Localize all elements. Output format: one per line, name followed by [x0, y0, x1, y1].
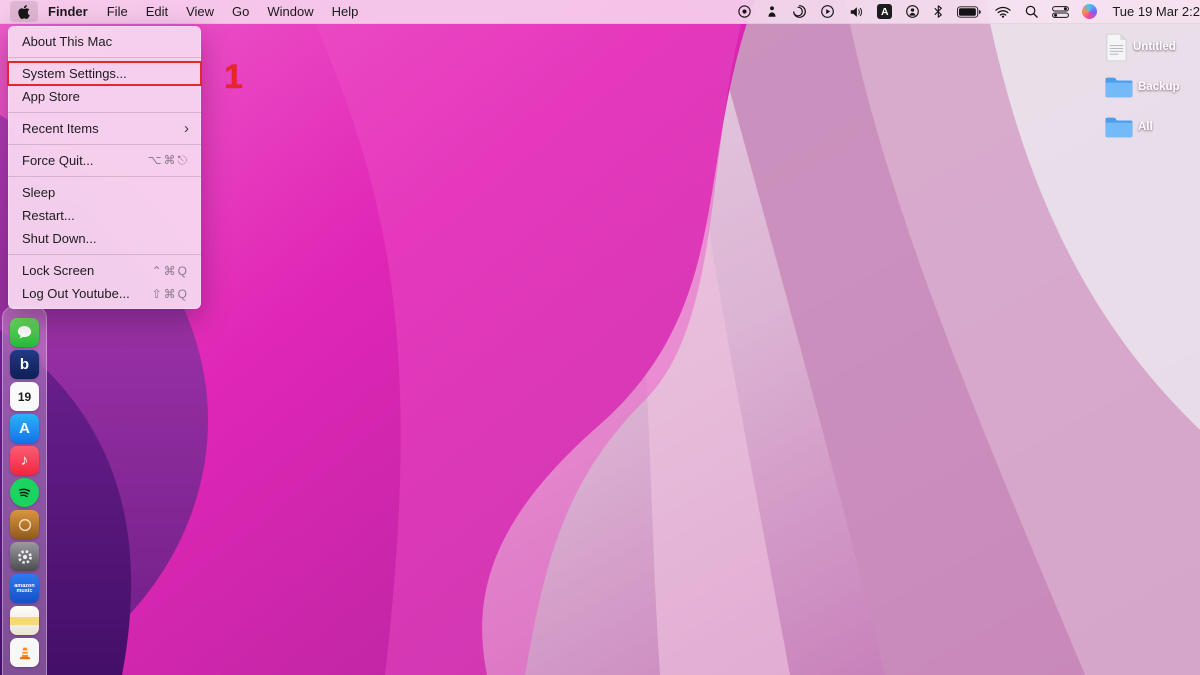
menu-separator [8, 112, 201, 113]
calendar-app-icon[interactable]: 19 [10, 382, 39, 411]
menu-item-label: Force Quit... [22, 153, 94, 168]
apple-menu-button[interactable] [10, 1, 38, 22]
menu-item-label: Shut Down... [22, 231, 96, 246]
amazon-music-icon[interactable]: amazon music [10, 574, 39, 603]
menu-item-about-this-mac[interactable]: About This Mac [8, 30, 201, 53]
amazon-music-label: music [17, 589, 33, 594]
gear-icon [15, 547, 35, 567]
menu-help[interactable]: Help [323, 0, 368, 23]
folder-icon [1105, 116, 1133, 138]
siri-icon[interactable] [1082, 4, 1097, 19]
menu-item-label: About This Mac [22, 34, 112, 49]
user-account-icon[interactable] [905, 4, 920, 20]
menu-separator [8, 57, 201, 58]
calendar-day: 19 [18, 390, 31, 404]
menu-separator [8, 254, 201, 255]
person-status-icon[interactable] [765, 4, 779, 20]
dock: b 19 A ♪ amazon music [2, 306, 47, 675]
menu-item-app-store[interactable]: App Store [8, 85, 201, 108]
menu-edit[interactable]: Edit [137, 0, 177, 23]
apple-logo-icon [17, 5, 31, 19]
menu-item-label: Recent Items [22, 121, 99, 136]
swirl-icon[interactable] [792, 4, 807, 20]
menu-item-label: Sleep [22, 185, 55, 200]
menu-item-lock-screen[interactable]: Lock Screen ⌃⌘Q [8, 259, 201, 282]
desktop: Finder File Edit View Go Window Help A [0, 0, 1200, 675]
menu-item-shut-down[interactable]: Shut Down... [8, 227, 201, 250]
desktop-icon-label: Untitled [1133, 41, 1176, 53]
menu-item-shortcut: ⌥⌘⎋ [148, 153, 189, 168]
browser-app-icon[interactable]: b [10, 350, 39, 379]
submenu-chevron-icon: › [184, 121, 189, 136]
menu-item-sleep[interactable]: Sleep [8, 181, 201, 204]
document-icon [1105, 33, 1128, 62]
spotify-icon[interactable] [10, 478, 39, 507]
menu-item-recent-items[interactable]: Recent Items › [8, 117, 201, 140]
recording-indicator-icon[interactable] [737, 4, 752, 20]
apple-music-icon[interactable]: ♪ [10, 446, 39, 475]
notes-app-icon[interactable] [10, 606, 39, 635]
desktop-icon-label: All [1138, 121, 1153, 133]
menu-bar-clock[interactable]: Tue 19 Mar 2:2 [1112, 4, 1200, 19]
input-source-badge[interactable]: A [877, 4, 892, 19]
menu-item-force-quit[interactable]: Force Quit... ⌥⌘⎋ [8, 149, 201, 172]
spotlight-search-icon[interactable] [1024, 4, 1039, 20]
vlc-icon[interactable] [10, 638, 39, 667]
menu-bar-status: A Tue 19 Mar 2:2 [737, 4, 1200, 20]
app-store-glyph: A [19, 420, 30, 437]
app-store-icon[interactable]: A [10, 414, 39, 443]
menu-finder[interactable]: Finder [38, 0, 98, 23]
menu-file[interactable]: File [98, 0, 137, 23]
wifi-icon[interactable] [995, 4, 1011, 20]
play-status-icon[interactable] [820, 4, 835, 20]
menu-separator [8, 144, 201, 145]
menu-view[interactable]: View [177, 0, 223, 23]
browser-glyph: b [20, 356, 29, 373]
volume-icon[interactable] [848, 4, 864, 20]
menu-item-log-out[interactable]: Log Out Youtube... ⇧⌘Q [8, 282, 201, 305]
step-annotation: 1 [224, 58, 243, 97]
menu-window[interactable]: Window [258, 0, 322, 23]
menu-bar: Finder File Edit View Go Window Help A [0, 0, 1200, 24]
battery-icon[interactable] [957, 4, 982, 20]
menu-item-label: Lock Screen [22, 263, 94, 278]
desktop-icons: Untitled Backup All [1105, 30, 1200, 144]
desktop-icon-all[interactable]: All [1105, 110, 1200, 144]
music-note-glyph: ♪ [21, 452, 29, 469]
folder-icon [1105, 76, 1133, 98]
menu-item-system-settings[interactable]: System Settings... [8, 62, 201, 85]
menu-item-shortcut: ⇧⌘Q [152, 287, 189, 301]
apple-menu: About This Mac System Settings... App St… [8, 26, 201, 309]
desktop-icon-backup[interactable]: Backup [1105, 70, 1200, 104]
menu-item-label: App Store [22, 89, 80, 104]
system-settings-icon[interactable] [10, 542, 39, 571]
desktop-icon-untitled[interactable]: Untitled [1105, 30, 1200, 64]
menu-item-label: Restart... [22, 208, 75, 223]
desktop-icon-label: Backup [1138, 81, 1180, 93]
menu-item-label: Log Out Youtube... [22, 286, 130, 301]
control-center-icon[interactable] [1052, 4, 1069, 20]
messages-app-icon[interactable] [10, 318, 39, 347]
menu-separator [8, 176, 201, 177]
orange-app-icon[interactable] [10, 510, 39, 539]
menu-item-restart[interactable]: Restart... [8, 204, 201, 227]
menu-item-shortcut: ⌃⌘Q [152, 264, 189, 278]
menu-go[interactable]: Go [223, 0, 258, 23]
bluetooth-icon[interactable] [933, 4, 944, 20]
menu-item-label: System Settings... [22, 66, 127, 81]
